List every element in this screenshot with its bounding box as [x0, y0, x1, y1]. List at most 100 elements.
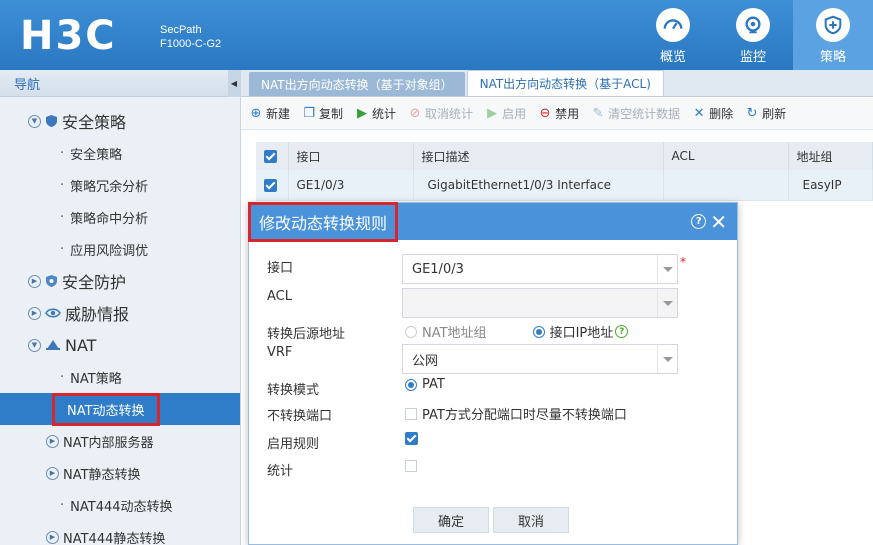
no-port-checkbox[interactable]	[405, 407, 417, 420]
edit-dynamic-rule-dialog: 修改动态转换规则 ? ✕ 接口 GE1/0/3 * ACL 转换后源地址 NAT…	[247, 201, 738, 545]
help-icon[interactable]: ?	[691, 214, 707, 229]
nav-group-nat[interactable]: ▼ NAT	[0, 329, 240, 361]
sidebar-item-app-risk[interactable]: · 应用风险调优	[0, 233, 240, 265]
delete-button[interactable]: ✕ 删除	[692, 105, 733, 122]
new-button[interactable]: ⊕ 新建	[249, 105, 290, 122]
rule-table: 接口 接口描述 ACL 地址组 GE1/0/3 GigabitEthernet1…	[256, 142, 873, 201]
sidebar-item-policy-hit[interactable]: · 策略命中分析	[0, 201, 240, 233]
nav-group-threat-intel[interactable]: ▶ 威胁情报	[0, 297, 240, 329]
tab-nat-outbound-acl[interactable]: NAT出方向动态转换（基于ACL)	[466, 70, 664, 96]
chevron-right-icon: ▶	[46, 434, 59, 448]
new-button-label: 新建	[266, 107, 291, 121]
monitor-icon	[736, 8, 770, 42]
product-model: F1000-C-G2	[160, 38, 222, 50]
refresh-button[interactable]: ↻ 刷新	[745, 105, 786, 122]
nav-group-nat444-static[interactable]: ▶ NAT444静态转换	[0, 521, 240, 545]
pat-radio[interactable]	[405, 378, 417, 391]
nav-group-label: 安全策略	[62, 113, 127, 132]
chevron-right-icon: ▶	[46, 530, 59, 544]
interface-select[interactable]: GE1/0/3	[402, 254, 678, 284]
nav-item-label: 应用风险调优	[70, 243, 149, 259]
plus-icon: ⊕	[250, 106, 262, 121]
sidebar-item-nat-policy[interactable]: · NAT策略	[0, 361, 240, 393]
clear-stats-button-label: 清空统计数据	[608, 107, 681, 121]
table-row[interactable]: GE1/0/3 GigabitEthernet1/0/3 Interface E…	[256, 170, 873, 201]
enable-button[interactable]: ▶ 启用	[485, 105, 526, 122]
select-all-checkbox[interactable]	[256, 142, 289, 170]
no-port-label: 不转换端口	[267, 409, 333, 424]
nav-item-label: NAT444静态转换	[63, 531, 166, 545]
nav-item-label: NAT动态转换	[52, 392, 160, 426]
src-addr-options: NAT地址组 接口IP地址 ?	[405, 322, 629, 341]
sidebar-item-nat444-dynamic[interactable]: · NAT444动态转换	[0, 489, 240, 521]
shield-icon	[816, 8, 850, 42]
chevron-down-icon: ▼	[28, 338, 41, 352]
acl-select[interactable]	[402, 288, 678, 318]
tab-bar: NAT出方向动态转换（基于对象组） NAT出方向动态转换（基于ACL)	[241, 70, 873, 97]
nav-item-label: 策略命中分析	[70, 211, 149, 227]
cell-address-group: EasyIP	[788, 170, 873, 201]
product-line1: SecPath	[160, 24, 202, 36]
clear-stats-button[interactable]: ✎ 清空统计数据	[591, 105, 680, 122]
enable-rule-label: 启用规则	[267, 437, 320, 452]
chevron-right-icon: ▶	[28, 274, 41, 288]
network-icon	[45, 339, 61, 351]
copy-button-label: 复制	[319, 107, 344, 121]
interface-ip-radio[interactable]	[532, 325, 545, 338]
nav-item-label: NAT内部服务器	[63, 435, 154, 451]
mode-options: PAT	[405, 377, 445, 392]
nav-group-security-policy[interactable]: ▼ 安全策略	[0, 105, 240, 137]
close-icon[interactable]: ✕	[710, 212, 727, 232]
vrf-select[interactable]: 公网	[402, 344, 678, 374]
play-icon: ▶	[357, 106, 368, 121]
collapse-sidebar-icon[interactable]: ◀	[228, 70, 240, 97]
sidebar: 导航 ◀ ▼ 安全策略 · 安全策略 · 策略冗余分析 · 策略命中分析 · 应用风险调…	[0, 70, 241, 545]
mode-label: 转换模式	[267, 383, 320, 398]
cancel-stats-button[interactable]: ⊘ 取消统计	[408, 105, 473, 122]
chevron-right-icon: ▶	[46, 466, 59, 480]
required-mark: *	[680, 255, 686, 269]
cell-interface: GE1/0/3	[288, 170, 414, 201]
nat-group-radio[interactable]	[405, 325, 417, 338]
dialog-title: 修改动态转换规则	[247, 201, 399, 242]
interface-ip-radio-label: 接口IP地址	[549, 326, 614, 341]
table-header-row: 接口 接口描述 ACL 地址组	[256, 142, 873, 170]
top-nav-overview-label: 概览	[659, 50, 686, 65]
disable-button[interactable]: ⊖ 禁用	[538, 105, 579, 122]
top-nav-policy[interactable]: 策略	[793, 0, 873, 70]
help-icon[interactable]: ?	[615, 325, 629, 338]
stats-checkbox[interactable]	[405, 460, 417, 472]
chevron-down-icon	[657, 345, 677, 373]
vrf-select-value: 公网	[412, 353, 439, 369]
stats-label: 统计	[267, 464, 294, 479]
top-nav-overview[interactable]: 概览	[633, 0, 713, 70]
tab-nat-outbound-object-group[interactable]: NAT出方向动态转换（基于对象组）	[249, 72, 465, 96]
top-header: H3C SecPath F1000-C-G2 概览 监控 策略	[0, 0, 873, 70]
ban-icon: ⊘	[409, 106, 421, 121]
sidebar-item-nat-dynamic[interactable]: NAT动态转换	[0, 392, 240, 426]
cancel-button[interactable]: 取消	[493, 507, 569, 533]
cell-description: GigabitEthernet1/0/3 Interface	[413, 170, 664, 201]
nav-group-nat-static[interactable]: ▶ NAT静态转换	[0, 457, 240, 489]
dashboard-icon	[656, 8, 690, 42]
sidebar-item-security-policy[interactable]: · 安全策略	[0, 137, 240, 169]
col-description: 接口描述	[413, 142, 664, 170]
enable-rule-option	[405, 432, 418, 445]
refresh-icon: ↻	[746, 106, 758, 121]
copy-button[interactable]: ❐ 复制	[302, 105, 343, 122]
stats-button[interactable]: ▶ 统计	[355, 105, 396, 122]
enable-rule-checkbox[interactable]	[405, 432, 418, 445]
close-icon: ✕	[693, 106, 705, 121]
ok-button[interactable]: 确定	[413, 507, 489, 533]
row-checkbox[interactable]	[256, 170, 289, 201]
pat-radio-label: PAT	[422, 377, 445, 392]
dialog-header: 修改动态转换规则 ? ✕	[247, 201, 737, 242]
sidebar-item-policy-redundancy[interactable]: · 策略冗余分析	[0, 169, 240, 201]
vrf-label: VRF	[267, 345, 293, 360]
top-nav-monitor[interactable]: 监控	[713, 0, 793, 70]
chevron-down-icon: ▼	[28, 114, 41, 128]
nav-group-label: 安全防护	[62, 273, 127, 292]
nav-group-nat-internal-server[interactable]: ▶ NAT内部服务器	[0, 425, 240, 457]
nav-group-security-protection[interactable]: ▶ 安全防护	[0, 265, 240, 297]
chevron-down-icon	[657, 289, 677, 317]
